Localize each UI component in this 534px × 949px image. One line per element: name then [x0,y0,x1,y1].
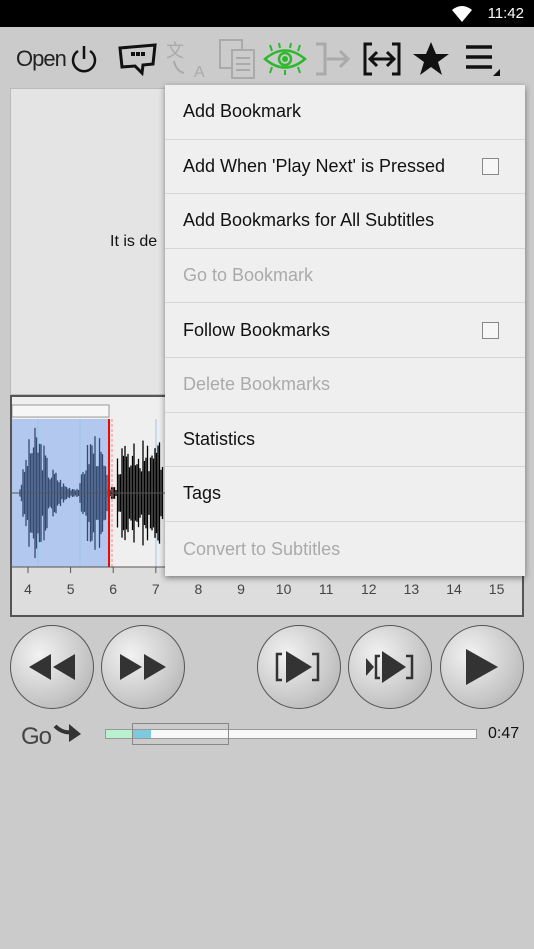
translate-icon[interactable]: 文A [164,41,208,79]
checkbox[interactable] [482,157,499,175]
wifi-icon [452,6,472,22]
view-window-indicator[interactable] [132,723,229,745]
menu-item-label: Delete Bookmarks [183,374,331,395]
menu-item-convert-to-subtitles: Convert to Subtitles [165,522,525,577]
play-next-subtitle-button[interactable] [348,625,432,709]
duration: 0:47 [488,725,520,742]
menu-item-label: Add Bookmark [183,101,302,122]
menu-item-add-when-play-next-is-pressed[interactable]: Add When 'Play Next' is Pressed [165,140,525,195]
play-icon [466,649,498,685]
timeline-label: 13 [404,581,420,597]
play-subtitle-button[interactable] [257,625,341,709]
fast-forward-button[interactable] [101,625,185,709]
open-button[interactable]: Open [16,42,100,76]
go-button[interactable]: Go [21,720,83,751]
fast-forward-icon [120,654,166,680]
timeline-label: 7 [152,581,160,597]
menu-item-add-bookmarks-for-all-subtitles[interactable]: Add Bookmarks for All Subtitles [165,194,525,249]
menu-item-label: Go to Bookmark [183,265,314,286]
power-icon [71,46,97,73]
timeline-label: 8 [195,581,203,597]
menu-icon[interactable] [462,42,502,76]
eye-icon[interactable] [262,42,308,76]
timeline-label: 12 [361,581,377,597]
menu-item-follow-bookmarks[interactable]: Follow Bookmarks [165,303,525,358]
status-bar: 11:42 [0,0,534,27]
jump-icon[interactable] [313,42,353,76]
toolbar: Open 文A [0,27,534,87]
fit-width-icon[interactable] [362,42,402,76]
go-arrow-icon [53,724,82,742]
rewind-icon [29,654,75,680]
play-button[interactable] [440,625,524,709]
play-bracket-icon [275,651,320,683]
timeline-label: 9 [237,581,245,597]
menu-item-statistics[interactable]: Statistics [165,413,525,468]
bookmark-menu: Add Bookmark Add When 'Play Next' is Pres… [165,85,525,576]
go-label: Go [21,723,52,750]
open-label: Open [16,46,67,71]
timeline-label: 15 [489,581,505,597]
copy-icon[interactable] [217,39,257,79]
menu-item-label: Statistics [183,428,256,449]
progress-played [106,730,133,738]
play-next-icon [366,651,414,683]
menu-item-add-bookmark[interactable]: Add Bookmark [165,85,525,140]
bookmark-strip [12,404,110,418]
timeline-label: 5 [67,581,75,597]
subtitle-bubble-icon[interactable] [117,42,159,76]
timeline-label: 4 [24,581,32,597]
menu-item-label: Tags [183,483,222,504]
timeline-label: 10 [276,581,292,597]
checkbox[interactable] [482,321,499,339]
menu-item-delete-bookmarks: Delete Bookmarks [165,358,525,413]
menu-item-tags[interactable]: Tags [165,467,525,522]
star-icon[interactable] [411,42,451,76]
rewind-button[interactable] [10,625,94,709]
menu-item-label: Add Bookmarks for All Subtitles [183,210,435,231]
menu-item-label: Follow Bookmarks [183,319,331,340]
menu-item-label: Convert to Subtitles [183,538,341,559]
menu-item-go-to-bookmark: Go to Bookmark [165,249,525,304]
svg-text:文: 文 [166,41,184,61]
menu-item-label: Add When 'Play Next' is Pressed [183,155,445,176]
timeline-label: 14 [446,581,462,597]
svg-text:A: A [194,64,205,79]
clock: 11:42 [487,5,524,22]
subtitle-text: It is de [110,233,158,250]
timeline-label: 6 [109,581,117,597]
timeline-label: 11 [319,581,334,597]
